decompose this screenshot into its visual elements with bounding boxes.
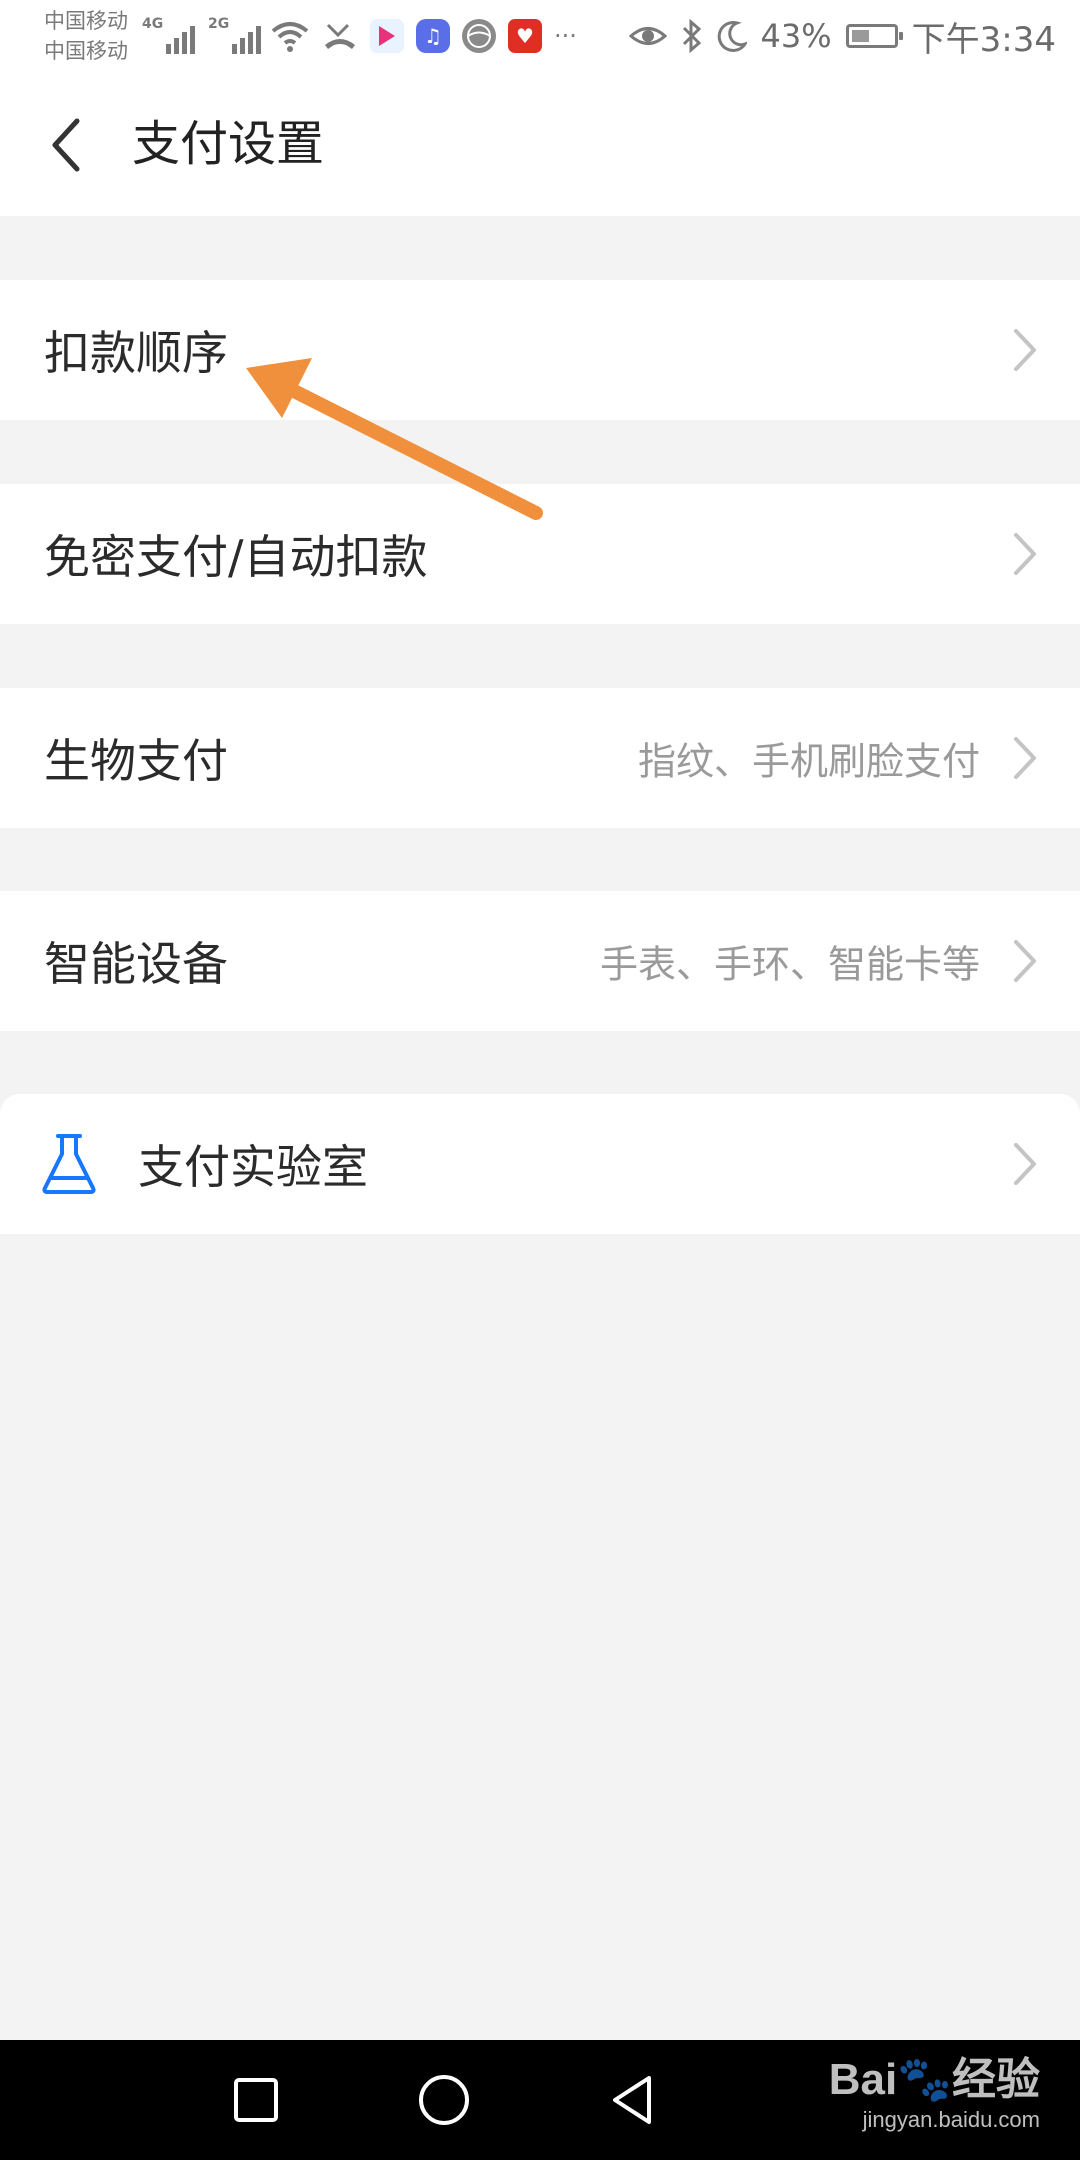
settings-row-smart-devices[interactable]: 智能设备 手表、手环、智能卡等: [0, 891, 1080, 1031]
network-2-label: 2G: [208, 16, 230, 32]
row-hint: 指纹、手机刷脸支付: [637, 739, 980, 784]
signal-icon: [166, 14, 195, 54]
row-hint: 手表、手环、智能卡等: [599, 942, 980, 987]
back-icon: [613, 2076, 651, 2124]
app-notification-icon: [370, 19, 404, 53]
row-label: 支付实验室: [138, 1140, 368, 1194]
clock: 下午3:34: [911, 19, 1056, 60]
page-title: 支付设置: [132, 116, 325, 172]
more-notifications-icon: ···: [554, 22, 577, 50]
battery-icon: [845, 24, 903, 48]
music-icon: ♫: [416, 19, 450, 53]
carrier-labels: 中国移动 中国移动: [44, 6, 128, 66]
chevron-right-icon: [1014, 737, 1036, 779]
home-icon: [419, 2075, 469, 2125]
eye-icon: [628, 27, 667, 45]
chevron-right-icon: [1014, 1143, 1036, 1185]
flask-icon: [42, 1134, 96, 1194]
chevron-right-icon: [1014, 533, 1036, 575]
status-bar: 中国移动 中国移动 4G 2G ♫ ♥ ··· 43% 下午3:34: [0, 0, 1080, 72]
watermark-brand: Bai: [828, 2055, 898, 2104]
missed-call-icon: [325, 23, 355, 49]
moon-icon: [717, 20, 747, 52]
watermark-url: jingyan.baidu.com: [862, 2107, 1040, 2132]
battery-level-fill: [851, 30, 869, 42]
back-button[interactable]: [30, 110, 100, 180]
row-label: 生物支付: [44, 734, 228, 788]
recent-apps-icon: [234, 2078, 278, 2122]
row-label: 扣款顺序: [44, 326, 228, 380]
status-right-group: 43% 下午3:34: [628, 0, 1056, 72]
signal-2-icon: [232, 14, 261, 54]
chevron-right-icon: [1014, 940, 1036, 982]
home-button[interactable]: [404, 2060, 484, 2140]
back-nav-button[interactable]: [592, 2060, 672, 2140]
ball-icon: [462, 19, 496, 53]
app-header: 支付设置: [0, 72, 1080, 216]
settings-row-password-free-payment[interactable]: 免密支付/自动扣款: [0, 484, 1080, 624]
paw-icon: 🐾: [897, 2055, 952, 2104]
chevron-left-icon: [52, 118, 80, 172]
network-1-label: 4G: [142, 16, 164, 32]
chevron-right-icon: [1014, 329, 1036, 371]
navigation-bar: Bai🐾经验 jingyan.baidu.com: [0, 2040, 1080, 2160]
settings-row-payment-lab[interactable]: 支付实验室: [0, 1094, 1080, 1234]
carrier-2-label: 中国移动: [44, 39, 128, 63]
carrier-1-label: 中国移动: [44, 9, 128, 33]
settings-row-deduction-order[interactable]: 扣款顺序: [0, 280, 1080, 420]
baidu-jingyan-watermark: Bai🐾经验 jingyan.baidu.com: [829, 2054, 1040, 2134]
wifi-icon: [271, 22, 309, 52]
bluetooth-icon: [682, 19, 701, 53]
watermark-brand-suffix: 经验: [952, 2055, 1040, 2104]
settings-row-biometric-payment[interactable]: 生物支付 指纹、手机刷脸支付: [0, 688, 1080, 828]
battery-percent: 43%: [760, 17, 832, 55]
row-label: 智能设备: [44, 937, 228, 991]
row-label: 免密支付/自动扣款: [44, 530, 428, 584]
heart-app-icon: ♥: [508, 19, 542, 53]
recent-apps-button[interactable]: [216, 2060, 296, 2140]
notification-icons: ♫ ♥ ···: [270, 14, 577, 58]
